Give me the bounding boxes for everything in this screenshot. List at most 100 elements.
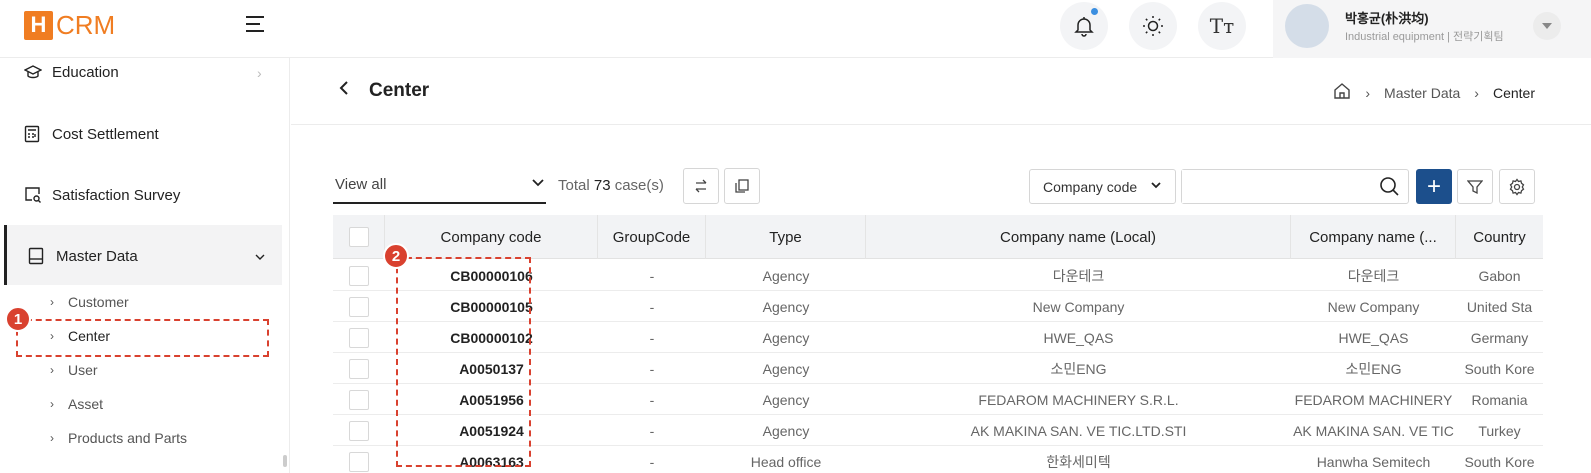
table-cell: Agency bbox=[762, 267, 810, 284]
swap-button[interactable] bbox=[683, 168, 719, 204]
sun-icon bbox=[1143, 16, 1163, 36]
row-select-cell bbox=[333, 260, 385, 291]
font-size-button[interactable]: Tт bbox=[1198, 2, 1246, 50]
add-button[interactable]: + bbox=[1416, 169, 1452, 204]
row-checkbox[interactable] bbox=[349, 358, 369, 379]
table-cell: New Company bbox=[1327, 298, 1420, 315]
breadcrumb-separator: › bbox=[1474, 84, 1479, 101]
table-cell: 다운테크 bbox=[1347, 267, 1400, 284]
row-select-cell bbox=[333, 446, 385, 473]
chevron-right-icon: › bbox=[50, 431, 54, 445]
list-toolbar: View all Total 73 case(s) Company code + bbox=[333, 168, 1543, 204]
font-size-icon: Tт bbox=[1209, 14, 1235, 38]
breadcrumb-separator: › bbox=[1365, 84, 1371, 101]
row-checkbox[interactable] bbox=[349, 265, 369, 286]
table-cell: - bbox=[649, 267, 655, 284]
breadcrumb-item[interactable]: Master Data bbox=[1384, 85, 1460, 101]
select-all-checkbox[interactable] bbox=[348, 227, 369, 247]
search-field bbox=[1181, 169, 1409, 204]
profile-menu-button[interactable] bbox=[1533, 12, 1561, 40]
table-cell: 한화세미텍 bbox=[1046, 453, 1111, 470]
swap-arrows-icon bbox=[695, 179, 707, 193]
search-input[interactable] bbox=[1182, 170, 1362, 203]
column-header[interactable]: Type bbox=[706, 215, 866, 259]
row-checkbox[interactable] bbox=[349, 420, 369, 441]
top-header: H CRM Tт 박홍균(朴洪均) Industrial equipment |… bbox=[0, 0, 1591, 58]
search-type-select[interactable]: Company code bbox=[1029, 169, 1176, 204]
chevron-down-icon bbox=[1151, 180, 1161, 192]
chevron-down-icon bbox=[532, 176, 544, 190]
row-checkbox[interactable] bbox=[349, 451, 369, 472]
table-cell: South Kore bbox=[1464, 453, 1535, 470]
user-profile[interactable]: 박홍균(朴洪均) Industrial equipment | 전략기획팀 bbox=[1273, 0, 1591, 58]
logo-text: CRM bbox=[56, 9, 116, 40]
sidebar: Education › Cost Settlement Satisfaction… bbox=[0, 58, 290, 473]
row-select-cell bbox=[333, 384, 385, 415]
graduation-cap-icon bbox=[24, 64, 46, 81]
column-header[interactable]: GroupCode bbox=[598, 215, 706, 259]
table-cell: Romania bbox=[1471, 391, 1528, 408]
back-button[interactable] bbox=[339, 80, 349, 101]
table-cell: - bbox=[649, 329, 655, 346]
sidebar-subitem-asset[interactable]: › Asset bbox=[50, 396, 103, 412]
table-cell: 다운테크 bbox=[1052, 267, 1105, 284]
filter-button[interactable] bbox=[1457, 169, 1493, 204]
sidebar-item-satisfaction-survey[interactable]: Satisfaction Survey bbox=[24, 186, 180, 204]
theme-toggle-button[interactable] bbox=[1129, 2, 1177, 50]
copy-icon bbox=[735, 179, 749, 193]
total-number: 73 bbox=[593, 177, 611, 194]
sidebar-subitem-label: Asset bbox=[68, 396, 104, 412]
table-cell: Germany bbox=[1470, 329, 1529, 346]
view-filter-select[interactable]: View all bbox=[333, 170, 546, 204]
column-header[interactable]: Country bbox=[1456, 215, 1543, 259]
chevron-left-icon bbox=[339, 81, 348, 95]
home-icon[interactable] bbox=[1333, 82, 1351, 103]
column-header[interactable]: Company name (... bbox=[1291, 215, 1456, 259]
sidebar-item-education[interactable]: Education bbox=[24, 64, 119, 81]
table-cell: Agency bbox=[762, 360, 810, 377]
logo-mark: H bbox=[24, 10, 53, 40]
chevron-down-icon bbox=[255, 247, 265, 263]
sidebar-subitem-user[interactable]: › User bbox=[50, 362, 98, 378]
column-header[interactable]: Company code bbox=[385, 215, 598, 259]
gear-icon bbox=[1509, 177, 1525, 196]
table-cell: 소민ENG bbox=[1050, 360, 1107, 377]
settings-button[interactable] bbox=[1499, 169, 1535, 204]
notification-dot bbox=[1091, 8, 1098, 15]
sidebar-item-label: Master Data bbox=[56, 247, 138, 265]
table-cell: - bbox=[649, 422, 655, 439]
sidebar-item-label: Satisfaction Survey bbox=[52, 186, 181, 204]
master-data-icon bbox=[28, 247, 50, 265]
table-cell: New Company bbox=[1032, 298, 1125, 315]
menu-toggle-icon[interactable] bbox=[246, 14, 268, 34]
sidebar-scrollbar[interactable] bbox=[283, 455, 287, 467]
sidebar-item-master-data[interactable]: Master Data bbox=[28, 247, 138, 265]
calculator-icon bbox=[24, 125, 46, 143]
sidebar-subitem-customer[interactable]: › Customer bbox=[50, 294, 129, 310]
table-cell: 소민ENG bbox=[1345, 360, 1402, 377]
row-checkbox[interactable] bbox=[349, 296, 369, 317]
table-cell: FEDAROM MACHINERY bbox=[1294, 391, 1453, 408]
row-checkbox[interactable] bbox=[349, 327, 369, 348]
avatar bbox=[1285, 4, 1329, 48]
sidebar-subitem-label: User bbox=[68, 362, 98, 378]
page-header: Center › Master Data › Center bbox=[291, 58, 1591, 125]
sidebar-subitem-products-and-parts[interactable]: › Products and Parts bbox=[50, 430, 187, 446]
sidebar-item-label: Cost Settlement bbox=[52, 125, 159, 143]
app-logo[interactable]: H CRM bbox=[24, 10, 115, 40]
table-cell: Head office bbox=[750, 453, 822, 470]
table-cell: HWE_QAS bbox=[1043, 329, 1114, 346]
notifications-button[interactable] bbox=[1060, 2, 1108, 50]
search-icon[interactable] bbox=[1379, 176, 1400, 202]
row-checkbox[interactable] bbox=[349, 389, 369, 410]
total-suffix: case(s) bbox=[614, 177, 664, 194]
table-cell: - bbox=[649, 360, 655, 377]
sidebar-item-cost-settlement[interactable]: Cost Settlement bbox=[24, 125, 159, 143]
column-header[interactable]: Company name (Local) bbox=[866, 215, 1291, 259]
table-cell: United Sta bbox=[1466, 298, 1533, 315]
sidebar-subitem-label: Products and Parts bbox=[68, 430, 188, 446]
copy-button[interactable] bbox=[724, 168, 760, 204]
table-cell: Agency bbox=[762, 391, 810, 408]
select-all-cell bbox=[333, 215, 385, 259]
table-cell: Hanwha Semitech bbox=[1316, 453, 1431, 470]
